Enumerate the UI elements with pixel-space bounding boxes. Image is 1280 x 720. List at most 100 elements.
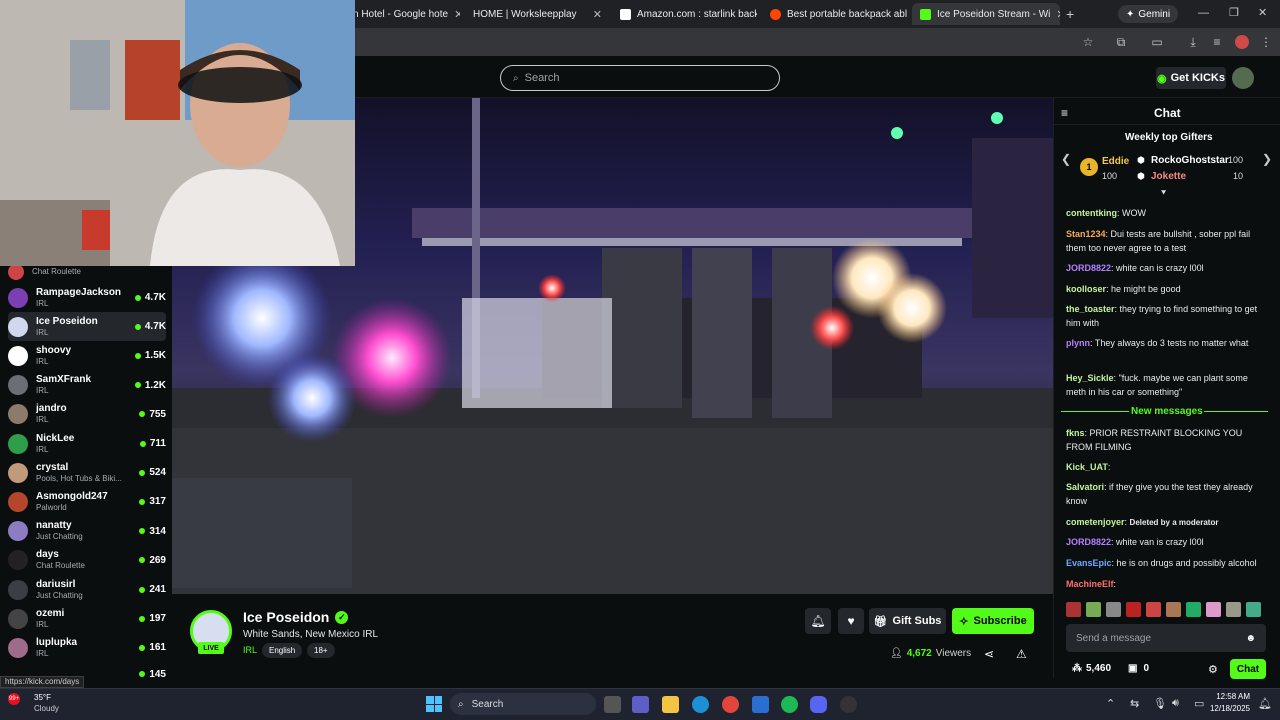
- report-icon[interactable]: ⚠: [1016, 647, 1027, 661]
- chat-username[interactable]: MachineElf: [1066, 579, 1114, 589]
- notification-bell-button[interactable]: 🔔︎: [805, 608, 831, 634]
- get-kicks-button[interactable]: ◉ Get KICKs: [1156, 67, 1226, 89]
- chat-username[interactable]: the_toaster: [1066, 304, 1115, 314]
- follow-heart-button[interactable]: ♥: [838, 608, 864, 634]
- clock-time[interactable]: 12:58 AM: [1208, 692, 1250, 701]
- collapse-chat-icon[interactable]: ≡: [1061, 106, 1068, 120]
- download-icon[interactable]: ⤓: [1185, 34, 1201, 50]
- tab-worksleepplay[interactable]: HOME | Worksleepplay ✕: [465, 3, 610, 25]
- close-icon[interactable]: ✕: [1050, 8, 1060, 21]
- emote-icon[interactable]: [1186, 602, 1201, 617]
- chat-username[interactable]: JORD8822: [1066, 537, 1111, 547]
- extensions-icon[interactable]: ⧉: [1113, 34, 1129, 50]
- tag-language[interactable]: English: [262, 643, 303, 658]
- emote-icon[interactable]: [1106, 602, 1121, 617]
- emote-icon[interactable]: [1206, 602, 1221, 617]
- emote-icon[interactable]: [1146, 602, 1161, 617]
- tray-chevron-icon[interactable]: ⌃: [1106, 697, 1115, 710]
- profile-icon[interactable]: [1235, 35, 1249, 49]
- search-input[interactable]: ⌕ Search: [500, 65, 780, 91]
- chevron-left-icon[interactable]: ❮: [1061, 152, 1071, 166]
- tab-reddit[interactable]: Best portable backpack able✕: [762, 3, 907, 25]
- minimize-icon[interactable]: —: [1198, 7, 1209, 19]
- gift-subs-button[interactable]: 🎁︎ Gift Subs: [869, 608, 946, 634]
- volume-icon[interactable]: 🔊︎: [1172, 697, 1179, 710]
- chat-username[interactable]: Kick_UAT: [1066, 462, 1108, 472]
- emote-icon[interactable]: [1086, 602, 1101, 617]
- chat-username[interactable]: plynn: [1066, 338, 1090, 348]
- chat-username[interactable]: contentking: [1066, 208, 1117, 218]
- gifter-name-3[interactable]: Jokette: [1151, 171, 1186, 182]
- battery-icon[interactable]: ▭: [1194, 697, 1204, 710]
- menu-kebab-icon[interactable]: ⋮: [1258, 34, 1274, 50]
- expand-gifters-icon[interactable]: ⯆: [1160, 188, 1167, 199]
- sidebar-item[interactable]: ozemi IRL 197: [8, 604, 166, 633]
- secondary-count[interactable]: ▣ 0: [1128, 663, 1149, 674]
- sidebar-item[interactable]: jandro IRL 755: [8, 400, 166, 429]
- close-icon[interactable]: ✕: [448, 8, 460, 21]
- notifications-bell-icon[interactable]: 🔔︎: [1258, 697, 1272, 710]
- chat-username[interactable]: Salvatori: [1066, 482, 1104, 492]
- bookmark-star-icon[interactable]: ☆: [1080, 34, 1096, 50]
- sidebar-item[interactable]: nanatty Just Chatting 314: [8, 517, 166, 546]
- tab-google-hotel[interactable]: n Hotel - Google hote ✕: [345, 3, 460, 25]
- network-icon[interactable]: ⇆: [1130, 697, 1139, 710]
- chat-username[interactable]: JORD8822: [1066, 263, 1111, 273]
- sidebar-item[interactable]: Asmongold247 Palworld 317: [8, 487, 166, 516]
- sidebar-item[interactable]: dariusirl Just Chatting 241: [8, 575, 166, 604]
- streamer-name[interactable]: Ice Poseidon: [243, 609, 329, 625]
- chat-username[interactable]: Hey_Sickle: [1066, 373, 1114, 383]
- gifter-name-1[interactable]: Eddie: [1102, 156, 1129, 167]
- emote-icon[interactable]: [1246, 602, 1261, 617]
- user-avatar[interactable]: [1232, 67, 1254, 89]
- store-icon[interactable]: [752, 696, 769, 713]
- sidebar-item[interactable]: days Chat Roulette 269: [8, 546, 166, 575]
- teams-icon[interactable]: [632, 696, 649, 713]
- tab-amazon[interactable]: Amazon.com : starlink backp✕: [612, 3, 757, 25]
- close-icon[interactable]: ✕: [587, 8, 602, 21]
- chat-settings-gear-icon[interactable]: ⚙: [1208, 663, 1218, 676]
- emote-icon[interactable]: [1126, 602, 1141, 617]
- sidebar-item[interactable]: NickLee IRL 711: [8, 429, 166, 458]
- discord-icon[interactable]: [810, 696, 827, 713]
- taskbar-search[interactable]: ⌕ Search: [450, 693, 596, 715]
- file-explorer-icon[interactable]: [662, 696, 679, 713]
- gifter-name-2[interactable]: RockoGhoststar: [1151, 155, 1229, 166]
- chevron-right-icon[interactable]: ❯: [1262, 152, 1272, 166]
- emoji-icon[interactable]: ☻: [1245, 633, 1256, 644]
- window-close-icon[interactable]: ✕: [1258, 6, 1267, 19]
- obs-icon[interactable]: [840, 696, 857, 713]
- emote-icon[interactable]: [1166, 602, 1181, 617]
- media-icon[interactable]: ≡: [1209, 34, 1225, 50]
- edge-icon[interactable]: [692, 696, 709, 713]
- spotify-icon[interactable]: [781, 696, 798, 713]
- share-icon[interactable]: ⋖: [984, 647, 994, 661]
- subscribe-button[interactable]: ✧ Subscribe: [952, 608, 1034, 634]
- sidebar-item[interactable]: SamXFrank IRL 1.2K: [8, 371, 166, 400]
- sidebar-item[interactable]: shoovy IRL 1.5K: [8, 341, 166, 370]
- sidebar-item[interactable]: luplupka IRL 161: [8, 633, 166, 662]
- emote-icon[interactable]: [1226, 602, 1241, 617]
- chrome-icon[interactable]: [722, 696, 739, 713]
- chat-message-input[interactable]: Send a message ☻: [1066, 624, 1266, 652]
- sidebar-item[interactable]: Ice Poseidon IRL 4.7K: [8, 312, 166, 342]
- chat-send-button[interactable]: Chat: [1230, 659, 1266, 679]
- chat-username[interactable]: koolloser: [1066, 284, 1106, 294]
- windows-start-icon[interactable]: [426, 696, 442, 712]
- chat-username[interactable]: fkns: [1066, 428, 1085, 438]
- new-tab-icon[interactable]: +: [1066, 6, 1074, 22]
- weather-status[interactable]: Cloudy: [34, 704, 59, 713]
- restore-icon[interactable]: ❐: [1229, 6, 1239, 19]
- sidebar-item[interactable]: crystal Pools, Hot Tubs & Biki... 524: [8, 458, 166, 487]
- gemini-button[interactable]: ✦ Gemini: [1118, 5, 1179, 23]
- temperature[interactable]: 35°F: [34, 693, 51, 702]
- category-link[interactable]: IRL: [243, 645, 257, 655]
- chat-username[interactable]: EvansEpic: [1066, 558, 1112, 568]
- task-view-icon[interactable]: [604, 696, 621, 713]
- tag-mature[interactable]: 18+: [307, 643, 335, 658]
- sidebar-item[interactable]: RampageJackson IRL 4.7K: [8, 283, 166, 312]
- chat-username[interactable]: Stan1234: [1066, 229, 1106, 239]
- tab-kick-active[interactable]: Ice Poseidon Stream - Wi✕: [912, 3, 1060, 25]
- microphone-icon[interactable]: 🎙︎: [1153, 697, 1167, 710]
- clock-date[interactable]: 12/18/2025: [1204, 704, 1250, 713]
